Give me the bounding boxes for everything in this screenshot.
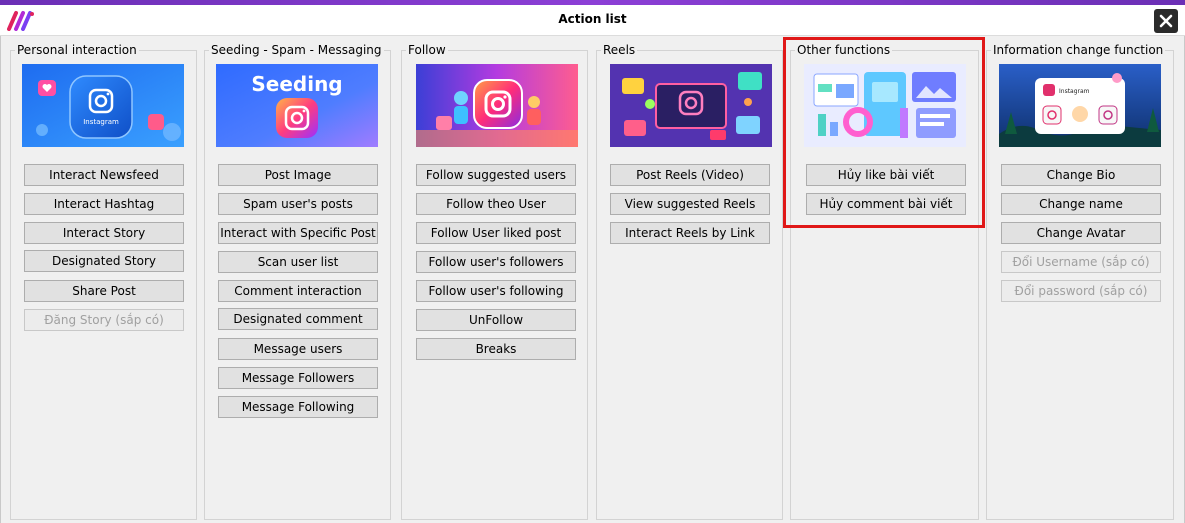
share-post-button[interactable]: Share Post [24, 280, 184, 302]
title-bar: Action list [0, 5, 1185, 36]
change-username-button[interactable]: Đổi Username (sắp có) [1001, 251, 1161, 273]
group-follow: Follow Follow suggested users Follow the… [401, 43, 588, 520]
spam-user-posts-button[interactable]: Spam user's posts [218, 193, 378, 215]
unlike-post-button[interactable]: Hủy like bài viết [806, 164, 966, 186]
follow-user-following-button[interactable]: Follow user's following [416, 280, 576, 302]
action-list-panel: Personal interaction Instagram Interact … [0, 36, 1185, 523]
follow-theo-user-button[interactable]: Follow theo User [416, 193, 576, 215]
interact-story-button[interactable]: Interact Story [24, 222, 184, 244]
message-users-button[interactable]: Message users [218, 338, 378, 360]
follow-user-followers-button[interactable]: Follow user's followers [416, 251, 576, 273]
interact-hashtag-button[interactable]: Interact Hashtag [24, 193, 184, 215]
change-password-button[interactable]: Đổi password (sắp có) [1001, 280, 1161, 302]
close-icon [1159, 14, 1173, 28]
view-suggested-reels-button[interactable]: View suggested Reels [610, 193, 770, 215]
interact-specific-post-button[interactable]: Interact with Specific Post [218, 222, 378, 244]
change-bio-button[interactable]: Change Bio [1001, 164, 1161, 186]
designated-story-button[interactable]: Designated Story [24, 250, 184, 272]
breaks-button[interactable]: Breaks [416, 338, 576, 360]
change-avatar-button[interactable]: Change Avatar [1001, 222, 1161, 244]
interact-newsfeed-button[interactable]: Interact Newsfeed [24, 164, 184, 186]
follow-thumbnail [416, 64, 578, 147]
scan-user-list-button[interactable]: Scan user list [218, 251, 378, 273]
thumbnail-caption: Instagram [83, 118, 119, 126]
other-functions-thumbnail [804, 64, 966, 147]
close-button[interactable] [1154, 9, 1178, 33]
group-other-functions: Other functions Hủy like bài viết Hủy co… [790, 43, 979, 520]
information-change-thumbnail: Instagram [999, 64, 1161, 147]
seeding-thumbnail: Seeding [216, 64, 378, 147]
group-reels: Reels Post Reels (Video) View suggested … [596, 43, 783, 520]
message-following-button[interactable]: Message Following [218, 396, 378, 418]
change-name-button[interactable]: Change name [1001, 193, 1161, 215]
interact-reels-by-link-button[interactable]: Interact Reels by Link [610, 222, 770, 244]
follow-user-liked-post-button[interactable]: Follow User liked post [416, 222, 576, 244]
follow-suggested-users-button[interactable]: Follow suggested users [416, 164, 576, 186]
post-story-button[interactable]: Đăng Story (sắp có) [24, 309, 184, 331]
comment-interaction-button[interactable]: Comment interaction [218, 280, 378, 302]
group-information-change: Information change function Instagram Ch… [986, 43, 1174, 520]
designated-comment-button[interactable]: Designated comment [218, 308, 378, 330]
reels-thumbnail [610, 64, 772, 147]
unfollow-button[interactable]: UnFollow [416, 309, 576, 331]
group-title: Reels [601, 43, 638, 57]
post-image-button[interactable]: Post Image [218, 164, 378, 186]
personal-interaction-thumbnail: Instagram [22, 64, 184, 147]
delete-comment-button[interactable]: Hủy comment bài viết [806, 193, 966, 215]
thumbnail-caption: Instagram [1059, 88, 1090, 95]
message-followers-button[interactable]: Message Followers [218, 367, 378, 389]
group-title: Seeding - Spam - Messaging [209, 43, 384, 57]
group-title: Follow [406, 43, 448, 57]
group-title: Other functions [795, 43, 893, 57]
group-title: Personal interaction [15, 43, 139, 57]
window-title: Action list [558, 12, 627, 26]
group-title: Information change function [991, 43, 1166, 57]
group-personal-interaction: Personal interaction Instagram Interact … [10, 43, 197, 520]
post-reels-video-button[interactable]: Post Reels (Video) [610, 164, 770, 186]
thumbnail-caption: Seeding [251, 72, 342, 96]
group-seeding-spam-messaging: Seeding - Spam - Messaging Seeding Post … [204, 43, 391, 520]
